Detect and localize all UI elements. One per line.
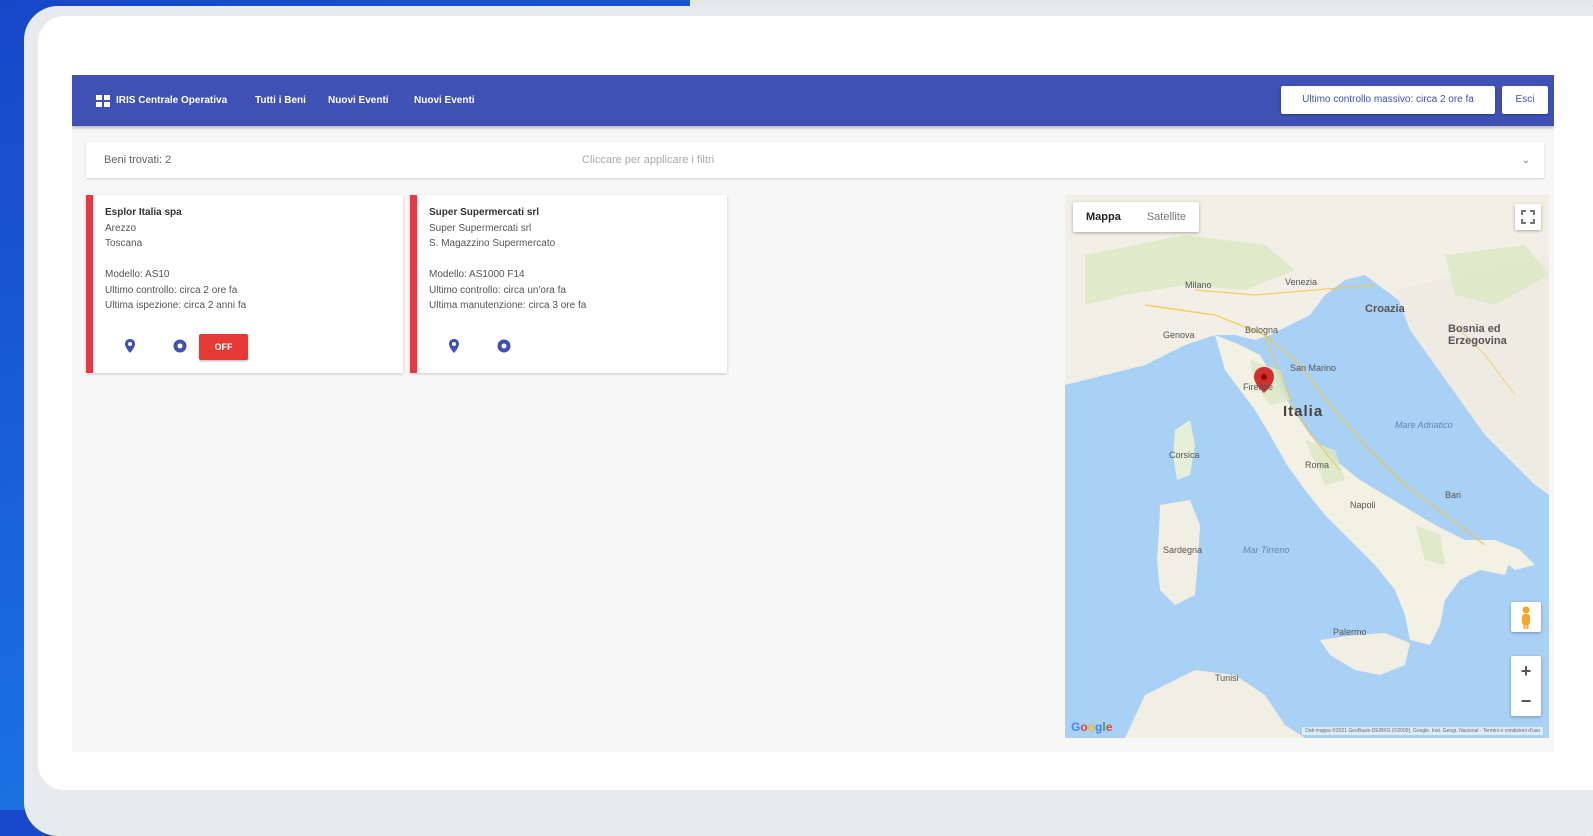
map-label-tirreno: Mar Tirreno <box>1243 545 1290 555</box>
nav-link-new-events[interactable]: Nuovi Eventi <box>328 75 389 126</box>
map-label-sardegna: Sardegna <box>1163 545 1203 555</box>
map-label-bologna: Bologna <box>1245 325 1279 335</box>
location-pin-icon[interactable] <box>446 338 462 354</box>
settings-gear-icon[interactable] <box>496 338 512 354</box>
map-tab-map[interactable]: Mappa <box>1073 202 1134 232</box>
location-pin-icon[interactable] <box>122 338 138 354</box>
card-last-maintenance: Ultima manutenzione: circa 3 ore fa <box>429 300 587 311</box>
off-button[interactable]: OFF <box>199 334 248 360</box>
chevron-down-icon[interactable]: ⌄ <box>1522 142 1530 180</box>
map-label-roma: Roma <box>1305 460 1330 470</box>
map-label-firenze: Firenze <box>1243 382 1274 392</box>
map-type-tabs: Mappa Satellite <box>1073 202 1199 232</box>
card-company: Super Supermercati srl <box>429 223 532 234</box>
filter-select[interactable]: Cliccare per applicare i filtri <box>582 142 714 178</box>
map-label-italia: Italia <box>1283 403 1324 420</box>
card-title: Esplor Italia spa <box>105 207 182 218</box>
card-last-inspection: Ultima ispezione: circa 2 anni fa <box>105 300 247 311</box>
card-last-check: Ultimo controllo: circa un'ora fa <box>429 285 566 296</box>
zoom-out-button[interactable]: − <box>1511 686 1541 716</box>
last-check-button[interactable]: Ultimo controllo massivo: circa 2 ore fa <box>1281 86 1495 114</box>
street-view-button[interactable] <box>1511 602 1541 632</box>
card-model: Modello: AS1000 F14 <box>429 269 525 280</box>
map-label-genova: Genova <box>1163 330 1195 340</box>
map-label-corsica: Corsica <box>1169 450 1200 460</box>
map[interactable]: Milano Venezia Genova Bologna Firenze Sa… <box>1065 195 1549 738</box>
map-label-tunisi: Tunisi <box>1215 673 1239 683</box>
card-last-check: Ultimo controllo: circa 2 ore fa <box>105 285 238 296</box>
map-label-venezia: Venezia <box>1285 277 1318 287</box>
brand[interactable]: IRIS Centrale Operativa <box>96 75 227 126</box>
nav-link-new-events-2[interactable]: Nuovi Eventi <box>414 75 475 126</box>
filter-bar: Beni trovati: 2 Cliccare per applicare i… <box>86 142 1544 178</box>
asset-card: Esplor Italia spa Arezzo Toscana Modello… <box>86 195 403 373</box>
card-city: Arezzo <box>105 223 137 234</box>
fullscreen-button[interactable] <box>1515 204 1541 230</box>
map-label-sanmarino: San Marino <box>1290 363 1337 373</box>
map-label-bosnia: Bosnia ed Erzegovina <box>1448 323 1507 347</box>
results-count: Beni trovati: 2 <box>104 154 172 166</box>
brand-label: IRIS Centrale Operativa <box>116 95 228 106</box>
dashboard-icon <box>96 94 110 107</box>
asset-card: Super Supermercati srl Super Supermercat… <box>410 195 727 373</box>
settings-gear-icon[interactable] <box>172 338 188 354</box>
map-label-croazia: Croazia <box>1365 303 1405 315</box>
map-attribution[interactable]: Dati mappa ©2021 GeoBasis-DE/BKG (©2009)… <box>1302 727 1543 735</box>
card-title: Super Supermercati srl <box>429 207 540 218</box>
pegman-icon <box>1522 606 1530 629</box>
zoom-in-button[interactable]: + <box>1511 656 1541 686</box>
app-window: IRIS Centrale Operativa Tutti i Beni Nuo… <box>72 75 1554 752</box>
card-location: S. Magazzino Supermercato <box>429 238 556 249</box>
exit-button[interactable]: Esci <box>1502 86 1548 114</box>
map-label-napoli: Napoli <box>1350 500 1376 510</box>
navbar: IRIS Centrale Operativa Tutti i Beni Nuo… <box>72 75 1554 126</box>
card-region: Toscana <box>105 238 143 249</box>
fullscreen-icon <box>1521 210 1535 224</box>
map-label-milano: Milano <box>1185 280 1212 290</box>
map-label-palermo: Palermo <box>1333 627 1367 637</box>
map-tab-satellite[interactable]: Satellite <box>1134 202 1199 232</box>
map-label-adriatico: Mare Adriatico <box>1395 420 1453 430</box>
card-model: Modello: AS10 <box>105 269 170 280</box>
google-logo[interactable]: Google <box>1071 720 1112 734</box>
nav-link-all-assets[interactable]: Tutti i Beni <box>255 75 306 126</box>
zoom-control: + − <box>1511 656 1541 716</box>
map-label-bari: Bari <box>1445 490 1462 500</box>
